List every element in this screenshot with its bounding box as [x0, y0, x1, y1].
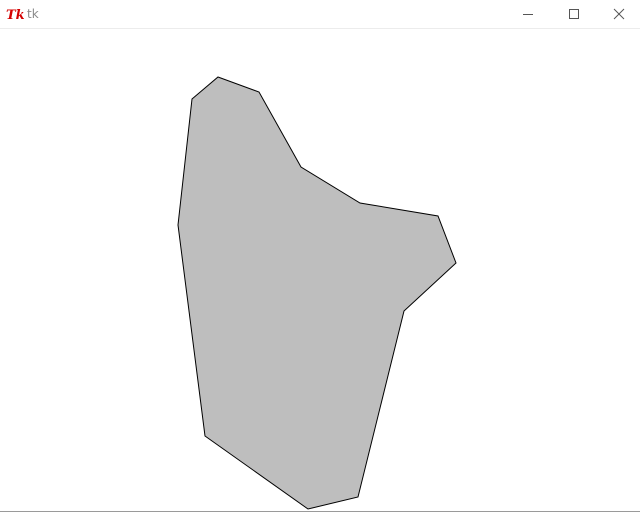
window-title: tk — [27, 7, 39, 21]
tk-window: Tk tk — [0, 0, 640, 515]
maximize-button[interactable] — [551, 0, 597, 29]
drawing-canvas[interactable] — [0, 29, 640, 511]
close-icon — [613, 5, 625, 24]
maximize-icon — [568, 5, 580, 24]
minimize-icon — [522, 5, 534, 24]
title-bar[interactable]: Tk tk — [0, 0, 640, 29]
bottom-edge — [0, 511, 640, 515]
close-button[interactable] — [596, 0, 640, 29]
minimize-button[interactable] — [505, 0, 551, 29]
tk-feather-icon: Tk — [6, 6, 25, 23]
svg-text:Tk: Tk — [6, 8, 24, 22]
gray-polygon — [177, 76, 457, 510]
